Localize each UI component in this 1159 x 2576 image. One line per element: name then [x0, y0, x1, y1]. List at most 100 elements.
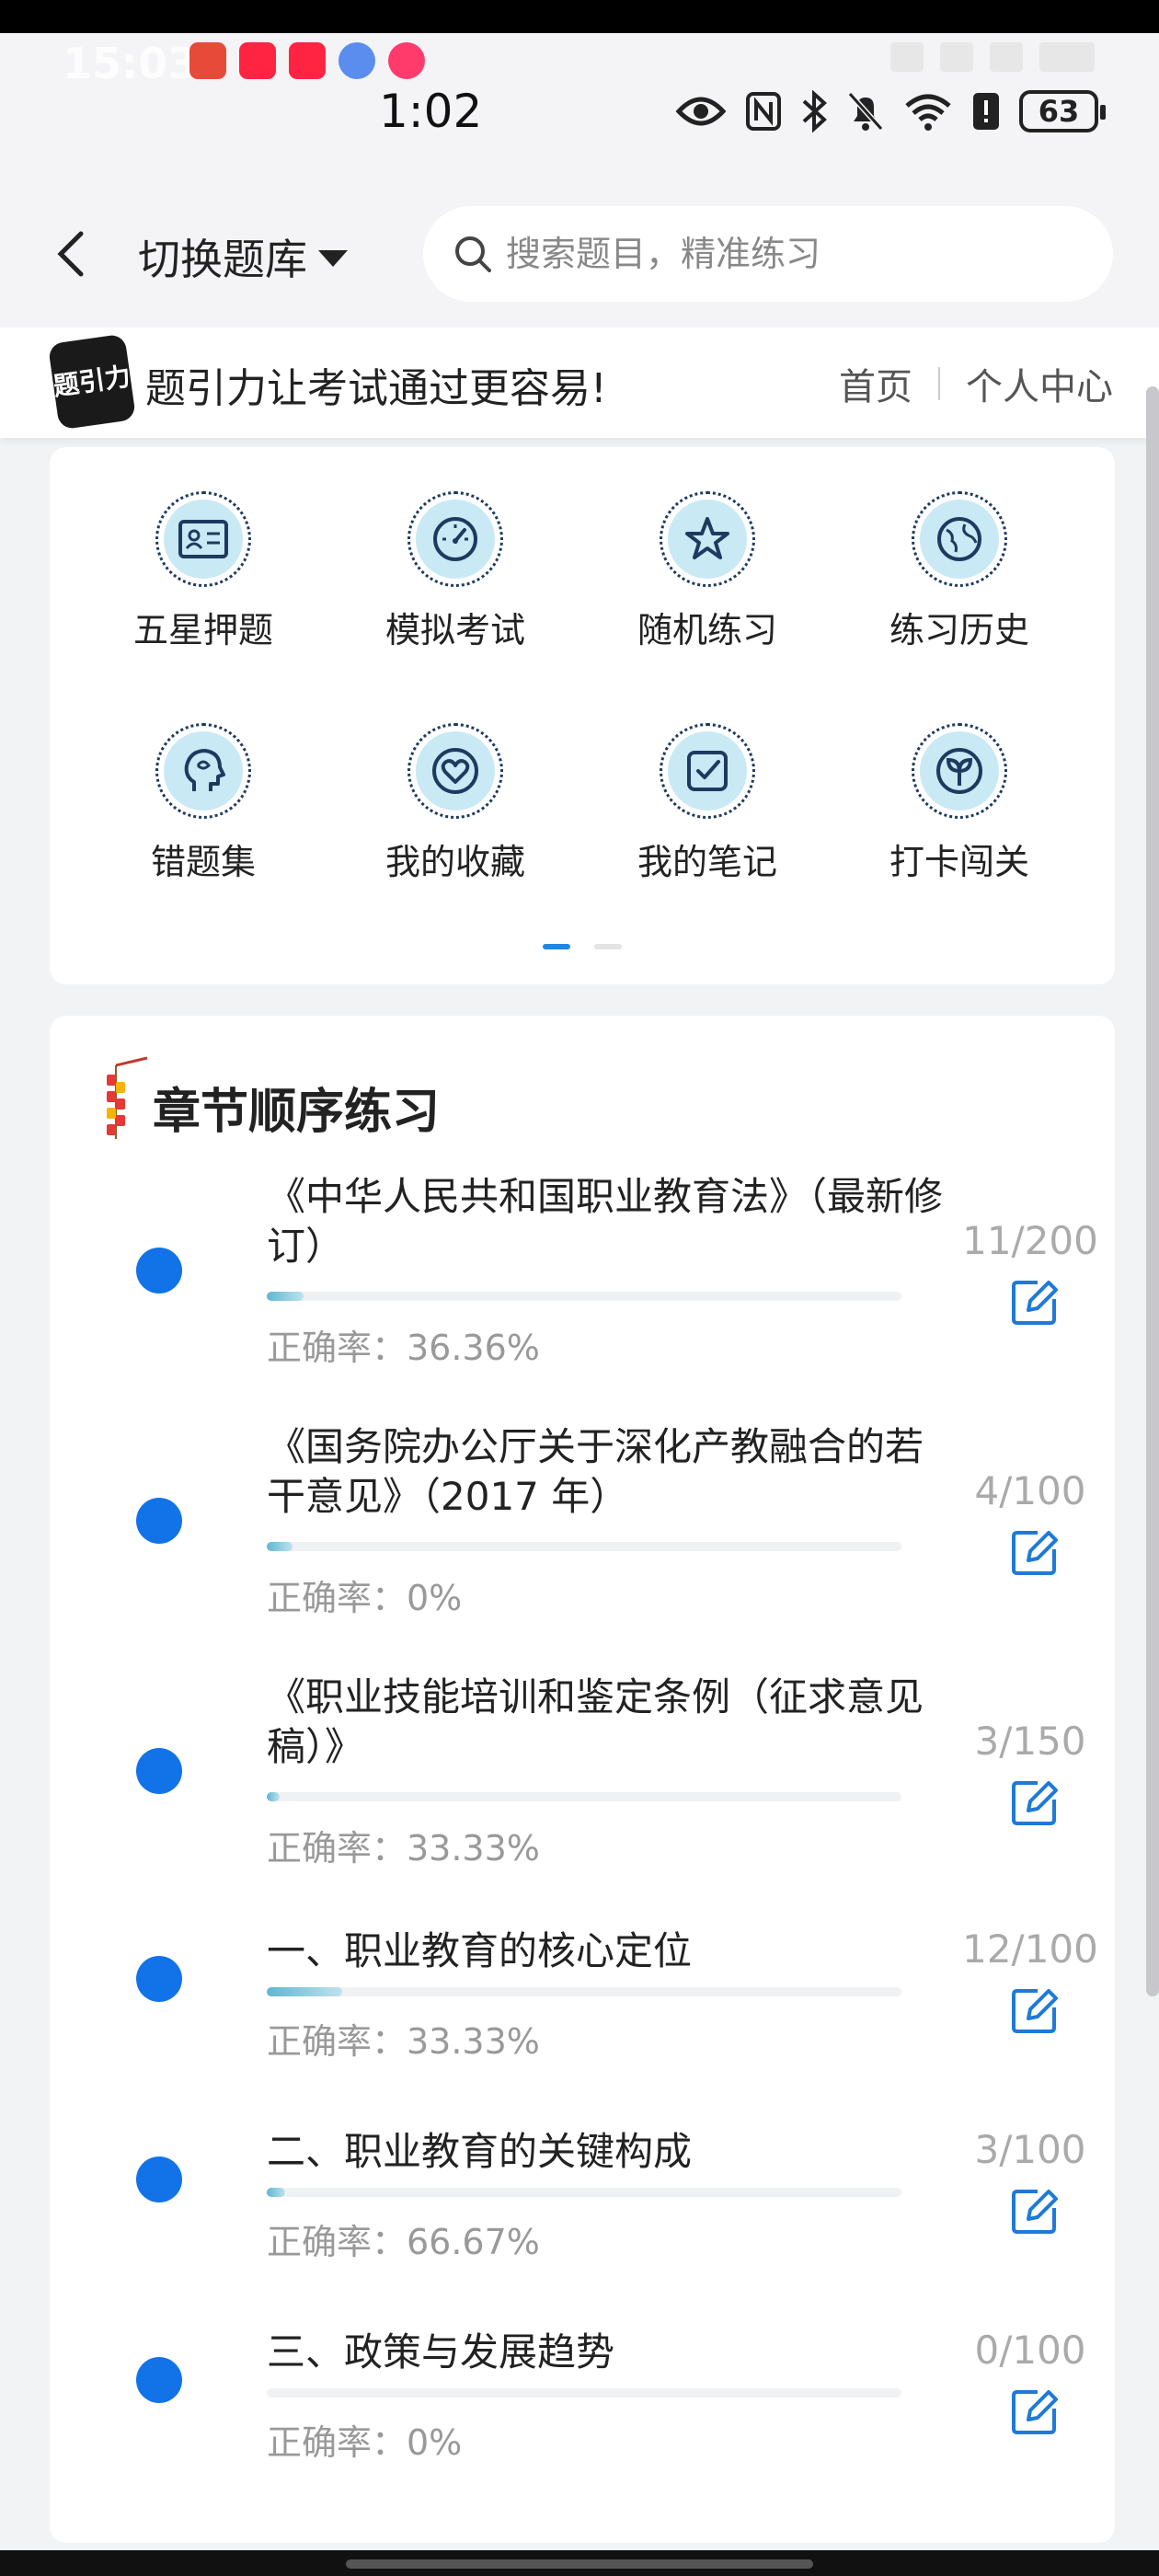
- menu-item-label: 模拟考试: [384, 610, 525, 650]
- chapter-progress-bar: [267, 2188, 901, 2197]
- page-scrollbar[interactable]: [1146, 386, 1159, 1996]
- chapter-count: 3/150: [974, 1719, 1086, 1764]
- progress-fill: [267, 1542, 293, 1551]
- menu-item-notes[interactable]: 我的笔记: [592, 723, 822, 884]
- heart-icon: [432, 748, 478, 794]
- menu-item-label: 练习历史: [889, 610, 1029, 650]
- app-notification-icon: [388, 42, 425, 79]
- progress-fill: [267, 2188, 285, 2197]
- eye-icon: [675, 97, 727, 126]
- search-box[interactable]: [423, 206, 1113, 302]
- globe-icon: [937, 517, 981, 561]
- chapter-progress-bar: [267, 1292, 901, 1301]
- header: 切换题库: [0, 162, 1159, 328]
- back-arrow-icon[interactable]: [53, 228, 90, 280]
- menu-item-history[interactable]: 练习历史: [844, 491, 1074, 652]
- search-icon: [455, 236, 491, 272]
- chapter-progress-bar: [267, 1792, 901, 1801]
- menu-item-label: 打卡闯关: [889, 842, 1029, 882]
- chapter-count: 4/100: [974, 1468, 1086, 1513]
- edit-icon[interactable]: [1010, 1985, 1060, 2035]
- menu-item-label: 五星押题: [132, 610, 273, 650]
- menu-item-checkin[interactable]: 打卡闯关: [844, 723, 1074, 884]
- menu-item-five-star[interactable]: 五星押题: [88, 491, 318, 652]
- progress-fill: [267, 1792, 280, 1801]
- menu-item-label: 我的收藏: [384, 842, 525, 882]
- home-link[interactable]: 首页: [839, 357, 912, 410]
- id-card-icon: [178, 520, 228, 558]
- chapter-accuracy: 正确率：33.33%: [267, 1828, 540, 1869]
- chapter-count: 3/100: [974, 2127, 1086, 2172]
- brand-slogan: 题引力让考试通过更容易!: [145, 365, 607, 412]
- edit-icon[interactable]: [1010, 1277, 1060, 1327]
- mute-bell-icon: [847, 91, 884, 132]
- edit-icon[interactable]: [1010, 1527, 1060, 1577]
- chapter-progress-bar: [267, 1542, 901, 1551]
- alert-icon: [973, 93, 999, 130]
- brand-logo: 题引力: [47, 333, 137, 431]
- shuffle-star-icon: [685, 517, 729, 559]
- chapter-accuracy: 正确率：33.33%: [267, 2021, 540, 2062]
- chapter-name: 一、职业教育的核心定位: [267, 1928, 693, 1973]
- nfc-icon: [746, 92, 781, 131]
- page-dot-active: [543, 944, 570, 949]
- status-bar: 15:03 1:02 63: [0, 33, 1159, 162]
- chapter-bullet: [136, 2357, 182, 2403]
- chapter-accuracy: 正确率：0%: [267, 2422, 463, 2463]
- chapter-bullet: [136, 1748, 182, 1794]
- menu-item-label: 我的笔记: [637, 842, 777, 882]
- edit-icon[interactable]: [1010, 2386, 1060, 2436]
- chapter-bullet: [136, 1956, 182, 2002]
- menu-item-wrong-questions[interactable]: 错题集: [88, 723, 318, 884]
- app-notification-icon: [189, 42, 226, 79]
- menu-item-mock-exam[interactable]: 模拟考试: [340, 491, 570, 652]
- chapter-name: 三、政策与发展趋势: [267, 2329, 615, 2375]
- menu-item-favorites[interactable]: 我的收藏: [340, 723, 570, 884]
- chapter-bullet: [136, 1248, 182, 1294]
- wifi-icon: [905, 94, 951, 131]
- head-icon: [184, 749, 225, 791]
- xiaohongshu-icon: [239, 42, 276, 79]
- search-input[interactable]: [506, 234, 1058, 274]
- quick-menu-card: 五星押题 模拟考试 随机练习 练习历史 错题集 我的收藏 我的笔记 打卡闯关: [50, 447, 1115, 984]
- switch-bank-label: 切换题库: [138, 235, 307, 284]
- edit-icon[interactable]: [1010, 1777, 1060, 1827]
- chapter-count: 11/200: [962, 1218, 1098, 1263]
- progress-fill: [267, 1987, 342, 1996]
- chapter-progress-bar: [267, 2388, 901, 2398]
- page-dot: [594, 944, 622, 949]
- home-indicator[interactable]: [346, 2559, 813, 2569]
- ghost-notification-icons: [189, 42, 425, 79]
- top-black-bar: [0, 0, 1159, 33]
- progress-fill: [267, 1292, 304, 1301]
- brand-banner: 题引力 题引力让考试通过更容易! 首页 个人中心: [0, 328, 1159, 438]
- menu-item-label: 随机练习: [637, 610, 777, 650]
- chapter-name: 《国务院办公厅关于深化产教融合的若干意见》（2017 年）: [267, 1424, 924, 1519]
- chapter-name: 《职业技能培训和鉴定条例（征求意见稿）》: [267, 1674, 924, 1769]
- speedometer-icon: [433, 517, 477, 561]
- status-time: 1:02: [379, 85, 483, 138]
- link-divider: [938, 367, 940, 400]
- edit-icon[interactable]: [1010, 2186, 1060, 2236]
- menu-item-random-practice[interactable]: 随机练习: [592, 491, 822, 652]
- menu-page-indicator: [543, 944, 622, 949]
- profile-link[interactable]: 个人中心: [966, 357, 1113, 410]
- chapter-bullet: [136, 1498, 182, 1544]
- chapter-progress-bar: [267, 1987, 901, 1996]
- caret-down-icon: [318, 250, 348, 267]
- xiaohongshu-icon: [289, 42, 326, 79]
- chapter-count: 12/100: [962, 1926, 1098, 1972]
- chapter-name: 《中华人民共和国职业教育法》（最新修订）: [267, 1174, 944, 1269]
- chapter-accuracy: 正确率：36.36%: [267, 1328, 540, 1368]
- chapter-name: 二、职业教育的关键构成: [267, 2129, 693, 2174]
- system-icons: 63: [675, 90, 1106, 132]
- switch-bank-dropdown[interactable]: 切换题库: [138, 226, 348, 287]
- ghost-system-icons: [890, 42, 1095, 72]
- chapter-accuracy: 正确率：66.67%: [267, 2222, 540, 2262]
- app-notification-icon: [339, 42, 375, 79]
- firecracker-icon: [107, 1056, 148, 1139]
- sprout-icon: [936, 748, 982, 794]
- top-links: 首页 个人中心: [839, 357, 1113, 410]
- battery-indicator: 63: [1019, 90, 1106, 132]
- chapter-bullet: [136, 2156, 182, 2202]
